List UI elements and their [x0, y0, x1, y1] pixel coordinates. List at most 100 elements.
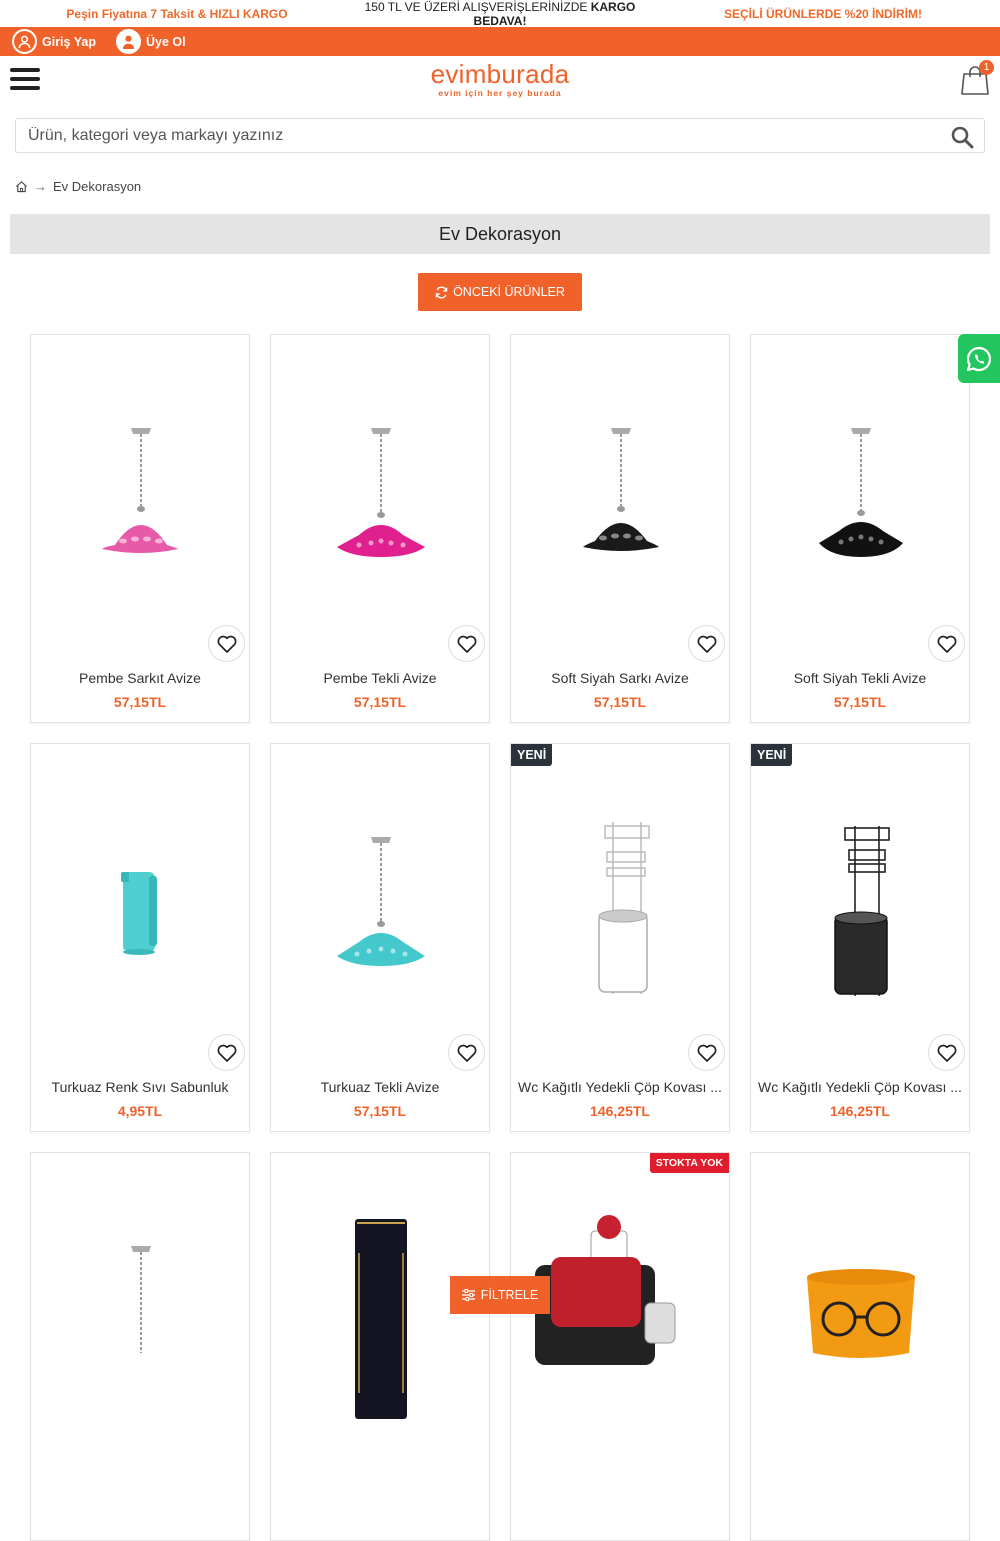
out-of-stock-badge: STOKTA YOK	[649, 1153, 729, 1173]
heart-icon[interactable]	[688, 625, 725, 662]
product-name[interactable]: Wc Kağıtlı Yedekli Çöp Kovası ...	[517, 1079, 723, 1095]
product-card[interactable]: Turkuaz Tekli Avize 57,15TL	[270, 743, 490, 1132]
register-label: Üye Ol	[145, 34, 186, 49]
black-pendant-lamp-icon	[583, 428, 659, 551]
promo-bar: Peşin Fiyatına 7 Taksit & HIZLI KARGO 15…	[0, 0, 1000, 28]
black-wc-bin-stand-icon	[834, 826, 890, 996]
home-icon[interactable]	[15, 180, 28, 193]
product-price: 146,25TL	[590, 1103, 650, 1119]
promo-discount: SEÇİLİ ÜRÜNLERDE %20 İNDİRİM!	[723, 6, 923, 21]
logo-tagline: evim için her şey burada	[438, 88, 562, 98]
whatsapp-button[interactable]	[958, 334, 1000, 383]
juicer-icon	[535, 1215, 676, 1365]
product-card[interactable]: STOKTA YOK	[510, 1152, 730, 1541]
filter-button[interactable]: FİLTRELE	[450, 1276, 550, 1314]
promo-installment-text: Peşin Fiyatına 7 Taksit &	[66, 6, 210, 21]
promo-fast-shipping: HIZLI KARGO	[209, 6, 288, 21]
product-price: 57,15TL	[353, 694, 407, 710]
product-name[interactable]: Pembe Sarkıt Avize	[37, 670, 243, 686]
cart-button[interactable]: 1	[960, 60, 994, 96]
product-price: 57,15TL	[113, 694, 167, 710]
pendant-lamp-icon	[131, 1246, 151, 1353]
product-card[interactable]: Pembe Tekli Avize 57,15TL	[270, 334, 490, 723]
product-image[interactable]	[271, 744, 489, 1074]
product-card[interactable]	[750, 1152, 970, 1541]
product-card[interactable]: YENİ Wc Kağıtlı Yedekli Çöp Kovası ... 1…	[750, 743, 970, 1132]
login-label: Giriş Yap	[42, 34, 96, 49]
product-name[interactable]: Soft Siyah Sarkı Avize	[517, 670, 723, 686]
product-image[interactable]	[511, 335, 729, 665]
product-name[interactable]: Wc Kağıtlı Yedekli Çöp Kovası ...	[757, 1079, 963, 1095]
turquoise-soap-dispenser-icon	[121, 872, 157, 955]
product-card[interactable]: Soft Siyah Sarkı Avize 57,15TL	[510, 334, 730, 723]
promo-installment: Peşin Fiyatına 7 Taksit & HIZLI KARGO	[0, 7, 354, 21]
product-card[interactable]	[30, 1152, 250, 1541]
new-badge: YENİ	[751, 744, 793, 766]
turquoise-pendant-lamp-icon	[337, 837, 425, 966]
previous-products-button[interactable]: ÖNCEKİ ÜRÜNLER	[418, 273, 582, 311]
product-image[interactable]	[511, 744, 729, 1074]
product-image[interactable]	[511, 1153, 729, 1483]
product-price: 57,15TL	[593, 694, 647, 710]
orange-basket-icon	[807, 1269, 915, 1358]
search-box	[15, 118, 985, 153]
heart-icon[interactable]	[928, 1034, 965, 1071]
pink-pendant-lamp-icon	[337, 428, 425, 557]
product-price: 57,15TL	[833, 694, 887, 710]
user-bar: Giriş Yap Üye Ol	[0, 27, 1000, 56]
refresh-icon	[435, 286, 448, 298]
sliders-icon	[461, 1289, 475, 1301]
user-outline-icon	[12, 29, 37, 54]
product-grid: Pembe Sarkıt Avize 57,15TL Pembe Tekli A…	[30, 334, 970, 1541]
heart-icon[interactable]	[208, 625, 245, 662]
black-pendant-lamp-icon	[819, 428, 903, 557]
whatsapp-icon	[966, 346, 991, 371]
logo[interactable]: evimburada evim için her şey burada	[0, 59, 1000, 98]
search-input[interactable]	[16, 119, 888, 152]
register-link[interactable]: Üye Ol	[115, 29, 186, 54]
heart-icon[interactable]	[448, 1034, 485, 1071]
product-image[interactable]	[31, 744, 249, 1074]
filter-label: FİLTRELE	[480, 1288, 539, 1302]
breadcrumb-current[interactable]: Ev Dekorasyon	[53, 179, 141, 194]
product-image[interactable]	[271, 335, 489, 665]
product-image[interactable]	[751, 744, 969, 1074]
product-image[interactable]	[751, 1153, 969, 1483]
product-card[interactable]: Pembe Sarkıt Avize 57,15TL	[30, 334, 250, 723]
product-image[interactable]	[751, 335, 969, 665]
category-title: Ev Dekorasyon	[10, 214, 990, 254]
product-name[interactable]: Soft Siyah Tekli Avize	[757, 670, 963, 686]
prev-products-wrap: ÖNCEKİ ÜRÜNLER	[0, 273, 1000, 311]
product-card[interactable]	[270, 1152, 490, 1541]
promo-free-shipping-text: 150 TL VE ÜZERİ ALIŞVERİŞLERİNİZDE	[364, 0, 591, 14]
product-image[interactable]	[31, 335, 249, 665]
search-icon[interactable]	[950, 125, 974, 149]
login-link[interactable]: Giriş Yap	[12, 29, 96, 54]
white-wc-bin-stand-icon	[598, 822, 650, 994]
product-image[interactable]	[31, 1153, 249, 1483]
pink-pendant-lamp-icon	[102, 428, 178, 553]
product-name[interactable]: Turkuaz Renk Sıvı Sabunluk	[37, 1079, 243, 1095]
previous-products-label: ÖNCEKİ ÜRÜNLER	[453, 285, 565, 299]
header: evimburada evim için her şey burada 1	[0, 56, 1000, 118]
cart-count-badge: 1	[979, 60, 994, 75]
promo-free-shipping: 150 TL VE ÜZERİ ALIŞVERİŞLERİNİZDE KARGO…	[354, 0, 646, 28]
product-name[interactable]: Turkuaz Tekli Avize	[277, 1079, 483, 1095]
product-name[interactable]: Pembe Tekli Avize	[277, 670, 483, 686]
product-image[interactable]	[271, 1153, 489, 1483]
product-price: 4,95TL	[117, 1103, 163, 1119]
heart-icon[interactable]	[688, 1034, 725, 1071]
product-price: 146,25TL	[830, 1103, 890, 1119]
user-filled-icon	[115, 29, 141, 54]
heart-icon[interactable]	[448, 625, 485, 662]
product-card[interactable]: YENİ Wc Kağıtlı Yedekli Çöp Kovası ... 1…	[510, 743, 730, 1132]
product-card[interactable]: Soft Siyah Tekli Avize 57,15TL	[750, 334, 970, 723]
logo-brand: evimburada	[430, 59, 570, 89]
product-card[interactable]: Turkuaz Renk Sıvı Sabunluk 4,95TL	[30, 743, 250, 1132]
breadcrumb-separator: →	[34, 179, 47, 194]
heart-icon[interactable]	[208, 1034, 245, 1071]
black-vase-icon	[355, 1219, 407, 1419]
breadcrumb: → Ev Dekorasyon	[15, 179, 1000, 194]
heart-icon[interactable]	[928, 625, 965, 662]
new-badge: YENİ	[511, 744, 553, 766]
